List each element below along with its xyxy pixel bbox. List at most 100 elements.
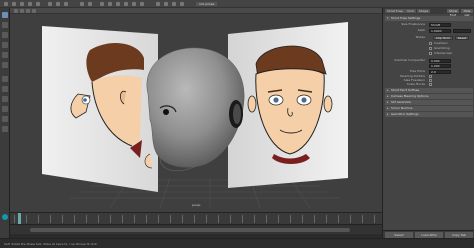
checkbox[interactable] xyxy=(429,83,432,86)
attr-row: Size Finalisonce Shraft xyxy=(387,22,473,27)
timeline-ticks xyxy=(14,215,378,223)
rotate-tool-icon[interactable] xyxy=(28,2,32,6)
outliner-icon[interactable] xyxy=(2,96,8,102)
attr-row: 1.000 xyxy=(387,63,473,68)
grid-toggle-icon[interactable] xyxy=(172,2,176,6)
section-label: Shrut Fuse Settings xyxy=(391,16,421,20)
chevron-right-icon: ▸ xyxy=(387,112,389,116)
chevron-right-icon: ▸ xyxy=(387,94,389,98)
attr-row: Sesh 1.0000 xyxy=(387,28,473,33)
attr-label: Shade xyxy=(415,35,425,39)
chevron-right-icon: ▸ xyxy=(387,106,389,110)
xray-icon[interactable] xyxy=(164,2,168,6)
move-icon[interactable] xyxy=(2,42,8,48)
select-icon[interactable] xyxy=(2,12,8,18)
show-foot-button[interactable]: Show Foot xyxy=(447,9,459,17)
scale-tool-icon[interactable] xyxy=(36,2,40,6)
section-label: Camess Mearing Options xyxy=(391,94,429,98)
attr-slider[interactable] xyxy=(453,28,471,33)
checkbox[interactable] xyxy=(429,52,432,55)
attr-field[interactable]: 1.000 xyxy=(429,63,451,68)
render-icon[interactable] xyxy=(80,2,84,6)
shaded-icon[interactable] xyxy=(116,2,120,6)
scene-render xyxy=(42,22,348,209)
snap-point-icon[interactable] xyxy=(64,2,68,6)
render-view-icon[interactable] xyxy=(2,126,8,132)
section-camess-mearing-options[interactable]: ▸ Camess Mearing Options xyxy=(385,94,473,99)
top-toolbar: ncil pones xyxy=(0,0,474,8)
wireframe-icon[interactable] xyxy=(108,2,112,6)
rotate-icon[interactable] xyxy=(2,52,8,58)
maya-window: ncil pones persp Shrat Fuse CLUI Shape S… xyxy=(0,0,474,248)
lighting-menu-icon[interactable] xyxy=(26,9,30,13)
range-slider-handle[interactable] xyxy=(30,228,350,232)
four-view-icon[interactable] xyxy=(2,86,8,92)
snap-grid-icon[interactable] xyxy=(48,2,52,6)
resolution-gate-icon[interactable] xyxy=(180,2,184,6)
toolbox xyxy=(0,8,10,238)
show-menu-icon[interactable] xyxy=(32,9,36,13)
attr-field[interactable]: 2.0 xyxy=(429,69,451,74)
chevron-right-icon: ▸ xyxy=(387,100,389,104)
single-view-icon[interactable] xyxy=(2,76,8,82)
attribute-tabs: Shrat Fuse CLUI Shape Show Foot Hide Gst xyxy=(383,8,474,17)
ipr-render-icon[interactable] xyxy=(88,2,92,6)
checkbox[interactable] xyxy=(429,42,432,45)
tab-shape[interactable]: Shape xyxy=(417,9,431,13)
section-label: Shf Aerention xyxy=(391,100,412,104)
section-shrut-fuse-settings[interactable]: ▾ Shrut Fuse Settings xyxy=(385,16,473,21)
section-label: Geriottrio Settings xyxy=(391,112,419,116)
menu-icon[interactable] xyxy=(4,2,8,6)
lights-icon[interactable] xyxy=(132,2,136,6)
view-menu-icon[interactable] xyxy=(14,9,18,13)
graph-editor-icon[interactable] xyxy=(2,106,8,112)
panel-label[interactable]: ncil pones xyxy=(196,2,218,6)
range-slider[interactable] xyxy=(10,224,382,234)
reset-button[interactable]: Reset xyxy=(455,35,469,40)
shading-menu-icon[interactable] xyxy=(20,9,24,13)
section-label: Sirrun Nurhins xyxy=(391,106,413,110)
scale-icon[interactable] xyxy=(2,62,8,68)
section-shrut-ferrt-soffuse[interactable]: ▸ Shrut Ferrt Soffuse xyxy=(385,88,473,93)
camera-icon[interactable] xyxy=(100,2,104,6)
move-tool-icon[interactable] xyxy=(20,2,24,6)
attr-label: Scale Hocks xyxy=(406,82,425,86)
time-slider[interactable] xyxy=(10,212,382,225)
chevron-down-icon: ▾ xyxy=(387,16,389,20)
checkbox[interactable] xyxy=(429,47,432,50)
attr-field[interactable]: 1.0000 xyxy=(429,28,451,33)
lasso-icon[interactable] xyxy=(2,22,8,28)
textured-icon[interactable] xyxy=(124,2,128,6)
tab-clui[interactable]: CLUI xyxy=(405,9,416,13)
attr-field[interactable]: Shraft xyxy=(429,22,451,27)
attr-label: Size Finalisonce xyxy=(401,22,425,26)
hide-gst-button[interactable]: Hide Gst xyxy=(461,9,473,17)
shadows-icon[interactable] xyxy=(140,2,144,6)
viewport-toolbar xyxy=(10,8,382,14)
help-text: Self. Sidiat the Sheie Siol, Shbe at Inp… xyxy=(4,242,98,246)
attr-row: Scale Hocks xyxy=(387,82,473,87)
attr-row: Intersarrasir xyxy=(387,51,473,56)
attr-field[interactable]: 0.000 xyxy=(429,58,451,63)
attribute-footer: Select Load Attrs Copy Tab xyxy=(383,230,474,238)
clip-hom-button[interactable]: Clip Hom xyxy=(433,35,453,40)
section-geriottrio-settings[interactable]: ▸ Geriottrio Settings xyxy=(385,112,473,117)
hypershade-icon[interactable] xyxy=(2,116,8,122)
section-label: Shrut Ferrt Soffuse xyxy=(391,88,420,92)
chevron-right-icon: ▸ xyxy=(387,88,389,92)
isolate-icon[interactable] xyxy=(156,2,160,6)
snap-curve-icon[interactable] xyxy=(56,2,60,6)
select-tool-icon[interactable] xyxy=(12,2,16,6)
section-shf-aerention[interactable]: ▸ Shf Aerention xyxy=(385,100,473,105)
script-editor-icon[interactable] xyxy=(2,214,8,220)
paint-select-icon[interactable] xyxy=(2,32,8,38)
checkbox-label: Intersarrasir xyxy=(434,51,453,55)
attribute-editor: Shrat Fuse CLUI Shape Show Foot Hide Gst… xyxy=(382,8,474,238)
camera-label: persp xyxy=(192,203,201,207)
help-line: Self. Sidiat the Sheie Siol, Shbe at Inp… xyxy=(0,238,474,248)
viewport[interactable]: persp xyxy=(10,8,382,212)
section-sirrun-nurhins[interactable]: ▸ Sirrun Nurhins xyxy=(385,106,473,111)
attr-row: Shade Clip Hom Reset xyxy=(387,35,473,40)
tab-shrat-fuse[interactable]: Shrat Fuse xyxy=(385,9,405,13)
attr-label: Sesh xyxy=(417,28,425,32)
